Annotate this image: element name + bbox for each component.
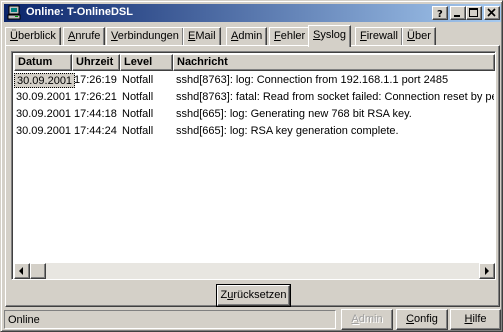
maximize-button[interactable] bbox=[466, 6, 482, 20]
config-button[interactable]: Config bbox=[396, 309, 448, 330]
admin-button[interactable]: Admin bbox=[341, 309, 393, 330]
table-row[interactable]: 30.09.2001 17:26:21 Notfall sshd[8763]: … bbox=[14, 89, 494, 106]
close-button[interactable] bbox=[484, 6, 500, 20]
syslog-panel: Datum Uhrzeit Level Nachricht 30.09.2001… bbox=[5, 45, 500, 307]
scroll-left-button[interactable] bbox=[14, 263, 30, 279]
table-row[interactable]: 30.09.2001 17:26:19 Notfall sshd[8763]: … bbox=[14, 72, 494, 89]
tab-syslog[interactable]: Syslog bbox=[308, 25, 352, 47]
tab-admin[interactable]: Admin bbox=[226, 27, 268, 46]
help-context-button[interactable]: ? bbox=[432, 6, 448, 20]
cell-datum: 30.09.2001 bbox=[16, 125, 72, 137]
title-bar[interactable]: Online: T-OnlineDSL ? bbox=[4, 4, 501, 22]
scroll-right-button[interactable] bbox=[479, 263, 495, 279]
table-row[interactable]: 30.09.2001 17:44:18 Notfall sshd[665]: l… bbox=[14, 106, 494, 123]
column-header-datum[interactable]: Datum bbox=[14, 54, 72, 71]
tab-verbindungen[interactable]: Verbindungen bbox=[106, 27, 184, 46]
window-title: Online: T-OnlineDSL bbox=[26, 6, 133, 18]
computer-icon bbox=[6, 5, 22, 21]
tab-fehler[interactable]: Fehler bbox=[269, 27, 311, 46]
cell-uhrzeit: 17:26:21 bbox=[74, 91, 117, 103]
cell-level: Notfall bbox=[122, 91, 154, 103]
column-header-level[interactable]: Level bbox=[120, 54, 173, 71]
maximize-icon bbox=[469, 8, 478, 17]
cell-uhrzeit: 17:44:24 bbox=[74, 125, 117, 137]
cell-datum: 30.09.2001 bbox=[14, 73, 76, 88]
tab-anrufe[interactable]: Anrufe bbox=[63, 27, 106, 46]
arrow-left-icon bbox=[19, 267, 23, 275]
application-window: Online: T-OnlineDSL ? Überblick Anrufe V bbox=[0, 0, 503, 332]
question-mark-icon: ? bbox=[437, 9, 443, 19]
column-header-uhrzeit[interactable]: Uhrzeit bbox=[72, 54, 120, 71]
cell-nachricht: sshd[665]: log: RSA key generation compl… bbox=[176, 125, 399, 137]
close-icon bbox=[487, 8, 496, 17]
tab-ueber[interactable]: Über bbox=[402, 27, 436, 46]
tab-email[interactable]: EMail bbox=[183, 27, 221, 46]
reset-button[interactable]: Zurücksetzen bbox=[216, 284, 291, 307]
table-row[interactable]: 30.09.2001 17:44:24 Notfall sshd[665]: l… bbox=[14, 123, 494, 140]
cell-level: Notfall bbox=[122, 125, 154, 137]
minimize-icon bbox=[454, 15, 460, 17]
status-bar: Online Admin Config Hilfe bbox=[4, 309, 501, 330]
cell-uhrzeit: 17:44:18 bbox=[74, 108, 117, 120]
arrow-right-icon bbox=[485, 267, 489, 275]
column-header-nachricht[interactable]: Nachricht bbox=[173, 54, 495, 71]
horizontal-scrollbar[interactable] bbox=[14, 263, 495, 279]
syslog-list[interactable]: Datum Uhrzeit Level Nachricht 30.09.2001… bbox=[11, 51, 496, 280]
cell-datum: 30.09.2001 bbox=[16, 91, 72, 103]
cell-nachricht: sshd[8763]: log: Connection from 192.168… bbox=[176, 74, 449, 86]
cell-uhrzeit: 17:26:19 bbox=[74, 74, 117, 86]
cell-level: Notfall bbox=[122, 108, 154, 120]
tab-strip: Überblick Anrufe Verbindungen EMail Admi… bbox=[5, 25, 500, 47]
connection-status: Online bbox=[4, 310, 336, 329]
svg-text:?: ? bbox=[437, 9, 443, 19]
tab-ueberblick[interactable]: Überblick bbox=[5, 27, 61, 46]
scrollbar-thumb[interactable] bbox=[30, 263, 46, 279]
help-button[interactable]: Hilfe bbox=[450, 309, 501, 330]
cell-datum: 30.09.2001 bbox=[16, 108, 72, 120]
cell-level: Notfall bbox=[122, 74, 154, 86]
cell-nachricht: sshd[665]: log: Generating new 768 bit R… bbox=[176, 108, 412, 120]
cell-nachricht: sshd[8763]: fatal: Read from socket fail… bbox=[176, 91, 494, 103]
minimize-button[interactable] bbox=[450, 6, 466, 20]
tab-firewall[interactable]: Firewall bbox=[355, 27, 403, 46]
